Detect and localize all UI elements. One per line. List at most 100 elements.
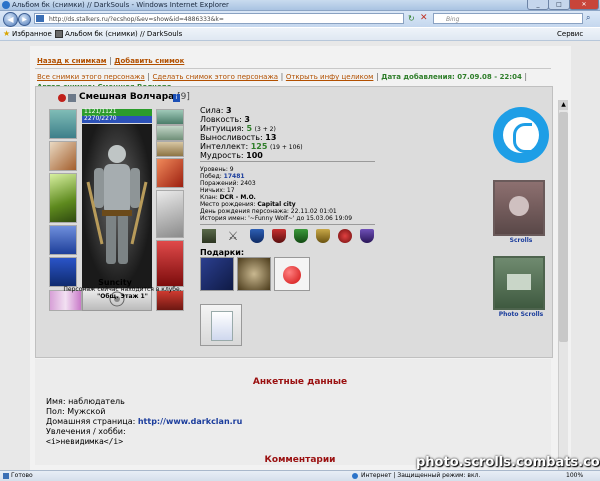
scrolls-logo-icon[interactable] bbox=[493, 107, 549, 163]
watermark: photo.scrolls.combats.com bbox=[416, 455, 600, 470]
profile-heading: Анкетные данные bbox=[252, 377, 348, 387]
tab-current[interactable]: Альбом бк (снимки) // DarkSouls bbox=[65, 28, 182, 40]
profile-homepage: Домашняя страница: http://www.darkclan.r… bbox=[46, 417, 243, 426]
stat-wisdom: Мудрость: 100 bbox=[200, 151, 263, 160]
profile-name: Имя: наблюдатель bbox=[46, 397, 125, 406]
profile-hobby: Увлечения / хобби: bbox=[46, 427, 126, 436]
photo-scrolls-label[interactable]: Photo Scrolls bbox=[488, 311, 554, 318]
shield-badge-red-icon[interactable] bbox=[272, 229, 286, 243]
search-input[interactable]: Bing bbox=[433, 13, 583, 24]
red-ball-icon bbox=[283, 266, 301, 284]
profile-gender: Пол: Мужской bbox=[46, 407, 106, 416]
minimize-button[interactable]: _ bbox=[527, 0, 549, 10]
crossed-swords-icon[interactable]: ⚔ bbox=[226, 229, 240, 243]
armor-slot[interactable] bbox=[49, 225, 77, 255]
close-button[interactable]: ✕ bbox=[569, 0, 599, 10]
stat-endurance: Выносливость: 13 bbox=[200, 133, 277, 142]
top-links: Назад к снимкам | Добавить снимок bbox=[37, 56, 184, 65]
location-note: Персонаж сейчас находится в клубе. bbox=[63, 286, 182, 293]
scrollbar[interactable]: ▲ bbox=[558, 100, 568, 470]
info-losses: Поражений: 2403 bbox=[200, 180, 256, 187]
ring-slot-2[interactable] bbox=[156, 141, 184, 157]
back-to-photos-link[interactable]: Назад к снимкам bbox=[37, 57, 106, 65]
knight-figure bbox=[86, 145, 148, 264]
hp-text: 1121/1121 bbox=[84, 108, 117, 115]
open-full-info-link[interactable]: Открыть инфу целиком bbox=[286, 73, 374, 81]
gift-book[interactable] bbox=[200, 257, 234, 291]
weapon-slot[interactable] bbox=[49, 173, 77, 223]
info-wins: Побед: 17481 bbox=[200, 173, 245, 180]
address-toolbar: ◀ ▶ http://ds.stalkers.ru/?ecshop/&ev=sh… bbox=[0, 11, 600, 27]
gift-card-icon bbox=[211, 311, 233, 341]
status-page-icon bbox=[3, 473, 9, 479]
divider bbox=[35, 68, 551, 69]
earring-slot[interactable] bbox=[156, 109, 184, 125]
info-divider bbox=[200, 224, 375, 225]
badge-icon-1[interactable] bbox=[202, 229, 216, 243]
align-icon bbox=[58, 94, 66, 102]
helmet-slot[interactable] bbox=[49, 109, 77, 139]
page-viewport: Назад к снимкам | Добавить снимок Все сн… bbox=[0, 41, 600, 470]
favorites-bar: ★ Избранное Альбом бк (снимки) // DarkSo… bbox=[0, 28, 600, 41]
stats-divider bbox=[200, 161, 375, 162]
gift-card[interactable] bbox=[200, 304, 242, 346]
gloves-slot[interactable] bbox=[156, 158, 184, 188]
shield-badge-green-icon[interactable] bbox=[294, 229, 308, 243]
stat-intellect: Интеллект: 125 (19 + 106) bbox=[200, 142, 303, 151]
shield-badge-purple-icon[interactable] bbox=[360, 229, 374, 243]
date-added: Дата добавления: 07.09.08 - 22:04 bbox=[381, 73, 522, 81]
internet-zone-icon bbox=[352, 473, 358, 479]
shield-badge-gold-icon[interactable] bbox=[316, 229, 330, 243]
window-titlebar: Альбом бк (снимки) // DarkSouls - Window… bbox=[0, 0, 600, 11]
mana-text: 2270/2270 bbox=[84, 115, 117, 122]
character-portrait bbox=[82, 124, 152, 288]
shield-slot[interactable] bbox=[156, 190, 184, 238]
back-arrow-icon[interactable]: ◀ bbox=[3, 12, 18, 27]
stat-intuition: Интуиция: 5 (3 + 2) bbox=[200, 124, 276, 133]
info-birthplace: Место рождения: Capital city bbox=[200, 201, 296, 208]
search-icon[interactable]: ⌕ bbox=[586, 13, 590, 23]
tab-favicon-icon bbox=[55, 30, 63, 38]
scrollbar-thumb[interactable] bbox=[559, 112, 568, 342]
photo-scrolls-banner-icon[interactable] bbox=[493, 256, 545, 310]
info-clan: Клан: DCR - M.O. bbox=[200, 194, 256, 201]
shield-badge-blue-icon[interactable] bbox=[250, 229, 264, 243]
ie-logo-icon bbox=[2, 1, 10, 9]
stat-agility: Ловкость: 3 bbox=[200, 115, 250, 124]
info-draws: Ничьих: 17 bbox=[200, 187, 235, 194]
ring-slot-1[interactable] bbox=[156, 125, 184, 141]
gift-red-ball[interactable] bbox=[274, 257, 310, 291]
info-name-history: История имен: '~Funny Wolf~' до 15.03.06… bbox=[200, 215, 353, 222]
info-birthday: День рождения персонажа: 22.11.02 01:01 bbox=[200, 208, 337, 215]
red-orb-icon[interactable] bbox=[338, 229, 352, 243]
service-menu[interactable]: Сервис bbox=[557, 28, 583, 40]
amulet-slot[interactable] bbox=[49, 141, 77, 171]
maximize-button[interactable]: □ bbox=[548, 0, 570, 10]
character-name: Смешная Волчара bbox=[79, 92, 175, 102]
stop-icon[interactable]: ✕ bbox=[420, 13, 428, 23]
all-photos-link[interactable]: Все снимки этого персонажа bbox=[37, 73, 145, 81]
scrolls-banner-icon[interactable] bbox=[493, 180, 545, 236]
window-title: Альбом бк (снимки) // DarkSouls - Window… bbox=[12, 1, 229, 9]
location-room: "Общ. Этаж 1" bbox=[97, 293, 148, 300]
profile-hobby-value: <i>невидимка</i> bbox=[46, 437, 124, 446]
homepage-link[interactable]: http://www.darkclan.ru bbox=[138, 417, 242, 426]
forward-arrow-icon[interactable]: ▶ bbox=[18, 13, 31, 26]
favorites-button[interactable]: Избранное bbox=[12, 28, 52, 40]
gifts-label: Подарки: bbox=[200, 248, 245, 257]
add-photo-link[interactable]: Добавить снимок bbox=[114, 57, 184, 65]
info-level: Уровень: 9 bbox=[200, 166, 234, 173]
refresh-icon[interactable]: ↻ bbox=[408, 14, 415, 23]
clan-icon bbox=[68, 94, 76, 102]
address-input[interactable]: http://ds.stalkers.ru/?ecshop/&ev=show&i… bbox=[34, 13, 404, 24]
scrolls-label[interactable]: Scrolls bbox=[490, 237, 552, 244]
gift-brooch[interactable] bbox=[237, 257, 271, 291]
star-icon: ★ bbox=[3, 29, 11, 38]
profile-panel bbox=[35, 359, 551, 465]
scroll-up-icon[interactable]: ▲ bbox=[559, 100, 568, 110]
info-icon[interactable]: i bbox=[173, 94, 180, 102]
make-photo-link[interactable]: Сделать снимок этого персонажа bbox=[153, 73, 279, 81]
status-bar: Готово Интернет | Защищенный режим: вкл.… bbox=[0, 470, 600, 481]
page-icon bbox=[36, 15, 44, 22]
stat-strength: Сила: 3 bbox=[200, 106, 232, 115]
